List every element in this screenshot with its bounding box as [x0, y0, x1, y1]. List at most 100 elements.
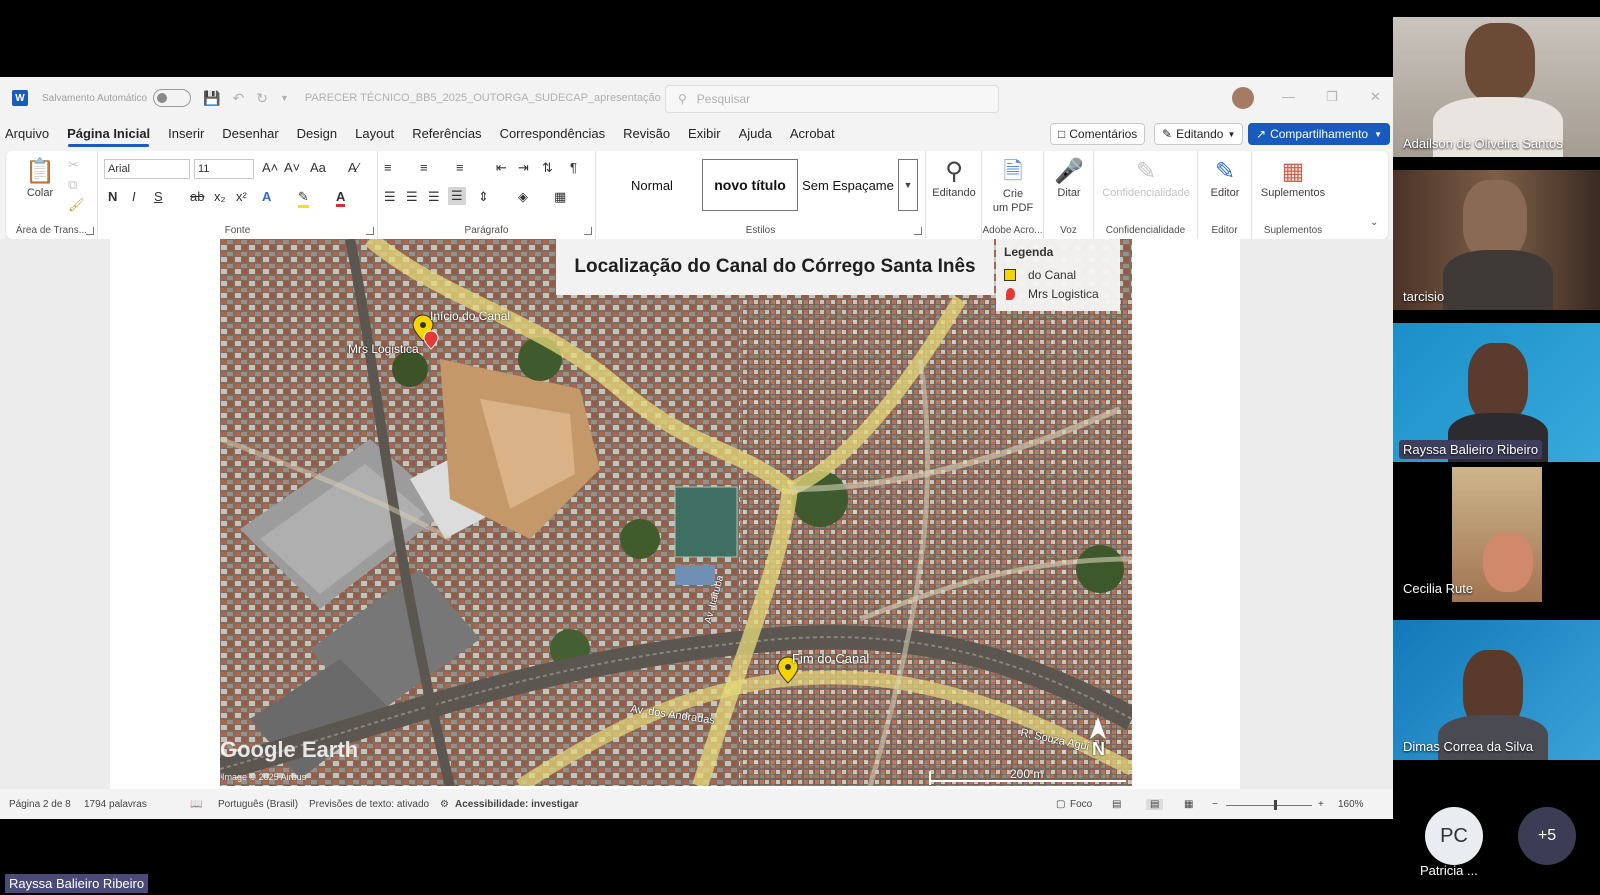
bullets-icon[interactable]: ≡ [384, 160, 392, 175]
menu-ajuda[interactable]: Ajuda [730, 121, 781, 147]
participant-tile-2[interactable]: tarcisio [1393, 170, 1600, 310]
shading-icon[interactable]: ◈ [518, 189, 528, 205]
style-sem-espacamento[interactable]: Sem Espaçame [800, 159, 896, 211]
web-layout-icon[interactable]: ▦ [1184, 799, 1193, 810]
pdf-icon: 🗎 [1003, 158, 1023, 185]
menu-desenhar[interactable]: Desenhar [213, 121, 287, 147]
show-formatting-icon[interactable]: ¶ [570, 160, 577, 175]
search-input[interactable]: ⚲ Pesquisar [665, 85, 999, 113]
superscript-icon[interactable]: x² [236, 189, 247, 204]
highlight-icon[interactable]: ✎ [298, 189, 309, 208]
document-name[interactable]: PARECER TÉCNICO_BB5_2025_OUTORGA_SUDECAP… [305, 92, 661, 104]
numbering-icon[interactable]: ≡ [420, 160, 428, 175]
multilevel-list-icon[interactable]: ≡ [456, 160, 464, 175]
share-button[interactable]: ↗ Compartilhamento ▼ [1248, 123, 1391, 145]
clear-format-icon[interactable]: A∕ [348, 160, 359, 175]
zoom-slider[interactable] [1226, 805, 1312, 806]
underline-button[interactable]: S [154, 189, 163, 204]
italic-button[interactable]: I [132, 189, 136, 204]
menu-design[interactable]: Design [288, 121, 346, 147]
strikethrough-icon[interactable]: ab [190, 189, 204, 204]
undo-icon[interactable]: ↶ [233, 90, 245, 107]
menu-layout[interactable]: Layout [346, 121, 403, 147]
clipboard-launcher[interactable] [86, 227, 94, 235]
proofing-icon[interactable]: 📖 [190, 799, 202, 810]
restore-icon[interactable]: ❐ [1326, 89, 1338, 105]
participant-avatar-pc[interactable]: PC [1425, 807, 1483, 865]
grow-font-icon[interactable]: A˄ [262, 160, 278, 175]
text-predictions[interactable]: Previsões de texto: ativado [309, 799, 429, 810]
sort-icon[interactable]: ⇅ [542, 160, 553, 176]
text-effects-icon[interactable]: A [262, 189, 271, 204]
style-normal[interactable]: Normal [604, 159, 700, 211]
styles-launcher[interactable] [914, 227, 922, 235]
addins-button[interactable]: ▦ Suplementos [1254, 157, 1332, 199]
participant-name-3: Rayssa Balieiro Ribeiro [1399, 440, 1543, 459]
format-painter-icon[interactable]: 🖌 [68, 197, 85, 213]
decrease-indent-icon[interactable]: ⇤ [496, 160, 507, 176]
zoom-out-icon[interactable]: − [1212, 799, 1218, 810]
increase-indent-icon[interactable]: ⇥ [518, 160, 529, 176]
participant-tile-3[interactable]: Rayssa Balieiro Ribeiro [1393, 323, 1600, 463]
read-mode-icon[interactable]: ▤ [1112, 799, 1121, 810]
editing-button[interactable]: ⚲ Editando [928, 157, 980, 199]
page-indicator[interactable]: Página 2 de 8 [9, 799, 71, 810]
bold-button[interactable]: N [108, 189, 117, 204]
minimize-icon[interactable]: — [1282, 89, 1295, 104]
dictate-button[interactable]: 🎤 Ditar [1046, 157, 1092, 199]
shrink-font-icon[interactable]: A˅ [284, 160, 300, 175]
addins-group-label: Suplementos [1263, 225, 1323, 236]
participant-tile-5[interactable]: Dimas Correa da Silva [1393, 620, 1600, 760]
font-launcher[interactable] [366, 227, 374, 235]
paste-button[interactable]: 📋 Colar [20, 157, 60, 199]
change-case-icon[interactable]: Aa [310, 160, 326, 175]
copy-icon[interactable]: ⧉ [68, 177, 77, 193]
styles-expand-icon[interactable]: ▼ [898, 159, 918, 211]
menu-exibir[interactable]: Exibir [679, 121, 730, 147]
align-center-icon[interactable]: ☰ [406, 189, 418, 205]
zoom-slider-thumb[interactable] [1274, 800, 1277, 810]
menu-referencias[interactable]: Referências [403, 121, 490, 147]
menu-arquivo[interactable]: Arquivo [0, 121, 58, 147]
customize-toolbar-icon[interactable]: ▼ [280, 93, 289, 103]
paragraph-launcher[interactable] [584, 227, 592, 235]
align-right-icon[interactable]: ☰ [428, 189, 440, 205]
cut-icon[interactable]: ✂ [68, 157, 79, 173]
print-layout-icon[interactable]: ▤ [1146, 799, 1164, 810]
zoom-level[interactable]: 160% [1338, 799, 1364, 810]
menu-pagina-inicial[interactable]: Página Inicial [58, 121, 159, 147]
line-spacing-icon[interactable]: ⇕ [478, 189, 489, 205]
zoom-in-icon[interactable]: + [1318, 799, 1324, 810]
menu-inserir[interactable]: Inserir [159, 121, 213, 147]
redo-icon[interactable]: ↻ [256, 90, 268, 107]
borders-icon[interactable]: ▦ [554, 189, 566, 205]
align-left-icon[interactable]: ☰ [384, 189, 396, 205]
close-icon[interactable]: ✕ [1370, 89, 1381, 105]
focus-button[interactable]: Foco [1070, 799, 1092, 810]
word-count[interactable]: 1794 palavras [84, 799, 147, 810]
legend-label-mrs: Mrs Logistica [1028, 286, 1099, 301]
participant-tile-4[interactable]: Cecilia Rute [1393, 462, 1600, 602]
font-size-select[interactable]: 11 [194, 159, 254, 179]
create-pdf-button[interactable]: 🗎 Crie um PDF [986, 157, 1040, 215]
more-participants-button[interactable]: +5 [1518, 807, 1576, 865]
comments-button[interactable]: □ Comentários [1050, 123, 1146, 145]
menu-acrobat[interactable]: Acrobat [781, 121, 844, 147]
confidentiality-button[interactable]: ✎ Confidencialidade [1096, 157, 1196, 199]
ribbon-collapse-icon[interactable]: ⌄ [1370, 217, 1378, 228]
language-indicator[interactable]: Português (Brasil) [218, 799, 298, 810]
subscript-icon[interactable]: x₂ [214, 189, 226, 204]
participant-tile-1[interactable]: Adailson de Oliveira Santos [1393, 17, 1600, 157]
menu-correspondencias[interactable]: Correspondências [491, 121, 615, 147]
editing-mode-button[interactable]: ✎ Editando ▼ [1154, 123, 1244, 145]
font-name-select[interactable]: Arial [104, 159, 190, 179]
justify-icon[interactable]: ☰ [448, 187, 466, 205]
user-avatar[interactable] [1232, 87, 1254, 109]
style-novo-titulo[interactable]: novo título [702, 159, 798, 211]
font-color-icon[interactable]: A [336, 189, 346, 207]
autosave-toggle[interactable] [153, 89, 192, 107]
editor-button[interactable]: ✎ Editor [1200, 157, 1250, 199]
menu-revisao[interactable]: Revisão [614, 121, 679, 147]
save-icon[interactable]: 💾 [203, 90, 220, 107]
accessibility-status[interactable]: Acessibilidade: investigar [455, 799, 578, 810]
